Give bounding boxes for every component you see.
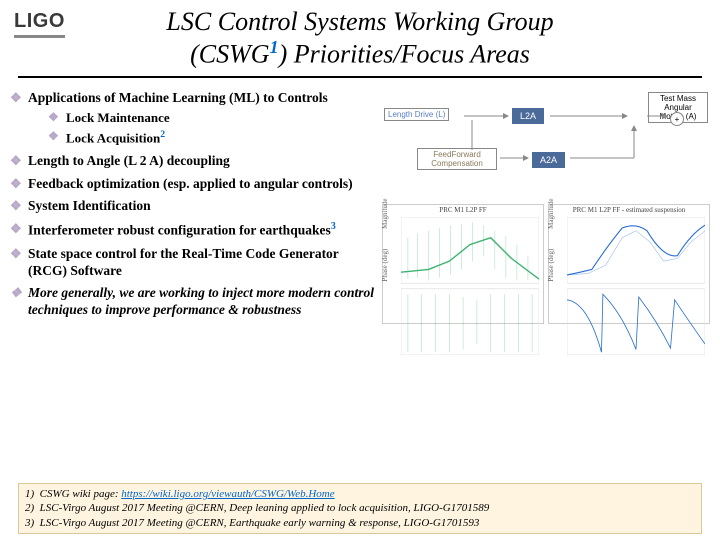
logo: LIGO [14, 10, 65, 38]
list-item: Lock Acquisition2 [48, 129, 374, 147]
footnotes: 1) CSWG wiki page: https://wiki.ligo.org… [18, 483, 702, 534]
footnote-2: 2) LSC-Virgo August 2017 Meeting @CERN, … [25, 501, 695, 515]
title-line2-after: ) Priorities/Focus Areas [279, 40, 530, 69]
ylabel-phase-left: Phase (deg) [381, 248, 389, 281]
ylabel-magnitude-left: Magnitude [381, 199, 389, 229]
logo-text: LIGO [14, 10, 65, 38]
list-item: Feedback optimization (esp. applied to a… [10, 176, 374, 193]
title-line2-before: (CSWG [190, 40, 269, 69]
plot-left: PRC M1 L2P FF Magnitude Phase (deg) [382, 204, 544, 324]
list-item: Interferometer robust configuration for … [10, 221, 374, 239]
list-item: Lock Maintenance [48, 110, 374, 126]
sum-node: + [670, 112, 684, 126]
ylabel-magnitude-right: Magnitude [547, 199, 555, 229]
list-item: System Identification [10, 198, 374, 215]
plot-left-title: PRC M1 L2P FF [383, 205, 543, 215]
length-drive-label: Length Drive (L) [384, 108, 449, 121]
bullet-list-region: Applications of Machine Learning (ML) to… [10, 90, 374, 325]
l2a-box: L2A [512, 108, 544, 124]
plot-row: PRC M1 L2P FF Magnitude Phase (deg) [382, 204, 710, 324]
footnote-3: 3) LSC-Virgo August 2017 Meeting @CERN, … [25, 516, 695, 530]
footnote-ref: 2 [160, 129, 165, 140]
list-item: More generally, we are working to inject… [10, 285, 374, 319]
slide-title: LSC Control Systems Working Group (CSWG1… [18, 0, 702, 78]
list-item: State space control for the Real-Time Co… [10, 246, 374, 280]
plot-right: PRC M1 L2P FF - estimated suspension Mag… [548, 204, 710, 324]
cswg-wiki-link[interactable]: https://wiki.ligo.org/viewauth/CSWG/Web.… [121, 488, 334, 500]
block-diagram: Length Drive (L) Test Mass Angular Motio… [382, 90, 710, 200]
feedforward-box: FeedForward Compensation [417, 148, 497, 170]
list-item: Applications of Machine Learning (ML) to… [10, 90, 374, 147]
a2a-box: A2A [532, 152, 565, 168]
footnote-1: 1) CSWG wiki page: https://wiki.ligo.org… [25, 487, 695, 501]
figure-region: Length Drive (L) Test Mass Angular Motio… [374, 90, 710, 325]
list-item: Length to Angle (L 2 A) decoupling [10, 153, 374, 170]
title-ref-1: 1 [270, 37, 279, 57]
ylabel-phase-right: Phase (deg) [547, 248, 555, 281]
title-line1: LSC Control Systems Working Group [166, 7, 553, 36]
plot-right-title: PRC M1 L2P FF - estimated suspension [549, 205, 709, 215]
footnote-ref: 3 [331, 221, 336, 232]
